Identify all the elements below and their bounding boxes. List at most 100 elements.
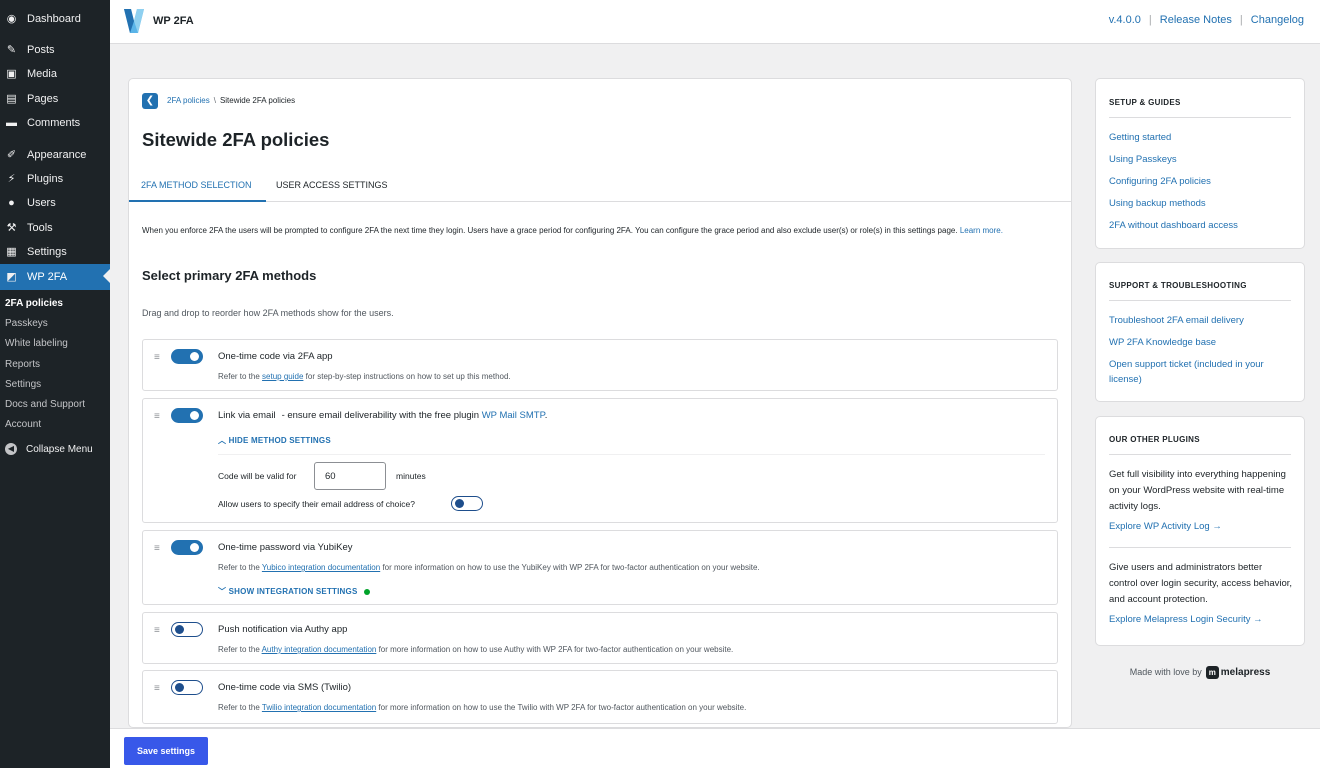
menu-item-wp2fa[interactable]: ◩ WP 2FA <box>0 264 110 290</box>
header-separator: | <box>1239 14 1243 26</box>
breadcrumb-separator: \ <box>213 96 216 105</box>
setup-guide-link[interactable]: setup guide <box>262 372 303 381</box>
without-dashboard-link[interactable]: 2FA without dashboard access <box>1109 218 1293 233</box>
submenu-passkeys[interactable]: Passkeys <box>0 313 110 333</box>
menu-item-tools[interactable]: ⚒ Tools <box>0 216 110 240</box>
drag-handle-icon[interactable]: ≡ <box>154 352 160 363</box>
back-button[interactable]: ❮ <box>142 93 158 109</box>
hide-method-settings-link[interactable]: ︿ HIDE METHOD SETTINGS <box>218 435 331 446</box>
method-description: Refer to the Yubico integration document… <box>218 563 760 572</box>
box-rule <box>1109 117 1291 118</box>
drag-handle-icon[interactable]: ≡ <box>154 411 160 422</box>
version-link[interactable]: v.4.0.0 <box>1109 14 1141 26</box>
getting-started-link[interactable]: Getting started <box>1109 130 1293 145</box>
toggle-2fa-app[interactable] <box>171 349 203 364</box>
other-plugins-box: OUR OTHER PLUGINS Get full visibility in… <box>1095 416 1305 646</box>
using-passkeys-link[interactable]: Using Passkeys <box>1109 152 1293 167</box>
chevron-up-icon: ︿ <box>218 436 227 445</box>
chevron-down-icon: ﹀ <box>218 587 227 596</box>
media-icon: ▣ <box>6 67 17 80</box>
section-title: Select primary 2FA methods <box>142 268 317 283</box>
brush-icon: ✐ <box>6 148 17 161</box>
collapse-menu-button[interactable]: ◀ Collapse Menu <box>0 439 110 459</box>
drag-handle-icon[interactable]: ≡ <box>154 625 160 636</box>
setup-guides-box: SETUP & GUIDES Getting started Using Pas… <box>1095 78 1305 249</box>
activity-log-description: Get full visibility into everything happ… <box>1109 469 1286 512</box>
toggle-authy[interactable] <box>171 622 203 637</box>
box-title: SUPPORT & TROUBLESHOOTING <box>1109 281 1247 290</box>
intro-text: When you enforce 2FA the users will be p… <box>142 226 1003 235</box>
menu-item-pages[interactable]: ▤ Pages <box>0 87 110 111</box>
made-with-love: Made with love by m melapress <box>1129 666 1271 679</box>
box-rule <box>1109 547 1291 548</box>
tab-bar: 2FA METHOD SELECTION USER ACCESS SETTING… <box>129 175 1071 202</box>
toggle-yubikey[interactable] <box>171 540 203 555</box>
wp-mail-smtp-link[interactable]: WP Mail SMTP <box>482 410 545 421</box>
support-ticket-link[interactable]: Open support ticket (included in your li… <box>1109 357 1293 387</box>
wp2fa-logo-icon <box>124 9 144 33</box>
menu-item-dashboard[interactable]: ◉ Dashboard <box>0 7 110 31</box>
submenu-2fa-policies[interactable]: 2FA policies <box>0 293 110 313</box>
toggle-knob <box>175 683 184 692</box>
drag-handle-icon[interactable]: ≡ <box>154 543 160 554</box>
breadcrumb-parent-link[interactable]: 2FA policies <box>167 96 210 105</box>
menu-item-posts[interactable]: ✎ Posts <box>0 38 110 62</box>
toggle-allow-email[interactable] <box>451 496 483 511</box>
menu-item-settings[interactable]: ▦ Settings <box>0 240 110 264</box>
settings-divider <box>218 454 1045 455</box>
learn-more-link[interactable]: Learn more. <box>960 226 1003 235</box>
configuring-policies-link[interactable]: Configuring 2FA policies <box>1109 174 1293 189</box>
wp2fa-icon: ◩ <box>6 270 17 283</box>
method-title: One-time password via YubiKey <box>218 542 353 553</box>
sliders-icon: ▦ <box>6 245 17 258</box>
explore-activity-log-link[interactable]: Explore WP Activity Log → <box>1109 519 1293 534</box>
toggle-twilio[interactable] <box>171 680 203 695</box>
twilio-docs-link[interactable]: Twilio integration documentation <box>262 703 376 712</box>
knowledge-base-link[interactable]: WP 2FA Knowledge base <box>1109 335 1293 350</box>
changelog-link[interactable]: Changelog <box>1251 14 1304 26</box>
method-title: Push notification via Authy app <box>218 624 348 635</box>
troubleshoot-email-link[interactable]: Troubleshoot 2FA email delivery <box>1109 313 1293 328</box>
method-card-twilio: ≡ One-time code via SMS (Twilio) Refer t… <box>142 670 1058 724</box>
submenu-docs-and-support[interactable]: Docs and Support <box>0 394 110 414</box>
save-settings-button[interactable]: Save settings <box>124 737 208 765</box>
authy-docs-link[interactable]: Authy integration documentation <box>262 645 377 654</box>
plugin-header: WP 2FA v.4.0.0 | Release Notes | Changel… <box>110 0 1320 44</box>
toggle-knob <box>190 352 199 361</box>
method-title: Link via email - ensure email deliverabil… <box>218 410 548 421</box>
collapse-arrow-icon: ◀ <box>5 443 17 455</box>
method-card-2fa-app: ≡ One-time code via 2FA app Refer to the… <box>142 339 1058 391</box>
method-description: Refer to the Twilio integration document… <box>218 703 747 712</box>
release-notes-link[interactable]: Release Notes <box>1160 14 1232 26</box>
submenu-account[interactable]: Account <box>0 414 110 434</box>
menu-item-users[interactable]: ● Users <box>0 191 110 215</box>
tab-user-access-settings[interactable]: USER ACCESS SETTINGS <box>276 180 388 190</box>
menu-item-appearance[interactable]: ✐ Appearance <box>0 143 110 167</box>
submenu-settings[interactable]: Settings <box>0 374 110 394</box>
toggle-email[interactable] <box>171 408 203 423</box>
dashboard-icon: ◉ <box>6 12 17 25</box>
menu-item-plugins[interactable]: ⚡ Plugins <box>0 167 110 191</box>
code-valid-input[interactable] <box>314 462 386 490</box>
status-dot <box>363 588 370 595</box>
yubico-docs-link[interactable]: Yubico integration documentation <box>262 563 380 572</box>
brand-name: WP 2FA <box>153 15 194 27</box>
melapress-logo-icon: m <box>1205 666 1219 679</box>
method-description: Refer to the setup guide for step-by-ste… <box>218 372 511 381</box>
show-integration-settings-link[interactable]: ﹀ SHOW INTEGRATION SETTINGS <box>218 586 370 597</box>
backup-methods-link[interactable]: Using backup methods <box>1109 196 1293 211</box>
toggle-knob <box>190 411 199 420</box>
menu-item-comments[interactable]: ▬ Comments <box>0 111 110 135</box>
drag-hint: Drag and drop to reorder how 2FA methods… <box>142 308 394 318</box>
login-security-description: Give users and administrators better con… <box>1109 562 1293 605</box>
header-links: v.4.0.0 | Release Notes | Changelog <box>1109 14 1304 26</box>
admin-menu: ◉ Dashboard ✎ Posts ▣ Media ▤ Pages ▬ Comment… <box>0 0 110 768</box>
code-valid-unit: minutes <box>396 471 426 481</box>
tab-2fa-method-selection[interactable]: 2FA METHOD SELECTION <box>141 180 252 190</box>
drag-handle-icon[interactable]: ≡ <box>154 683 160 694</box>
explore-login-security-link[interactable]: Explore Melapress Login Security → <box>1109 612 1293 627</box>
menu-item-media[interactable]: ▣ Media <box>0 62 110 86</box>
submenu-reports[interactable]: Reports <box>0 354 110 374</box>
submenu-white-labeling[interactable]: White labeling <box>0 333 110 353</box>
method-title: One-time code via SMS (Twilio) <box>218 682 352 693</box>
